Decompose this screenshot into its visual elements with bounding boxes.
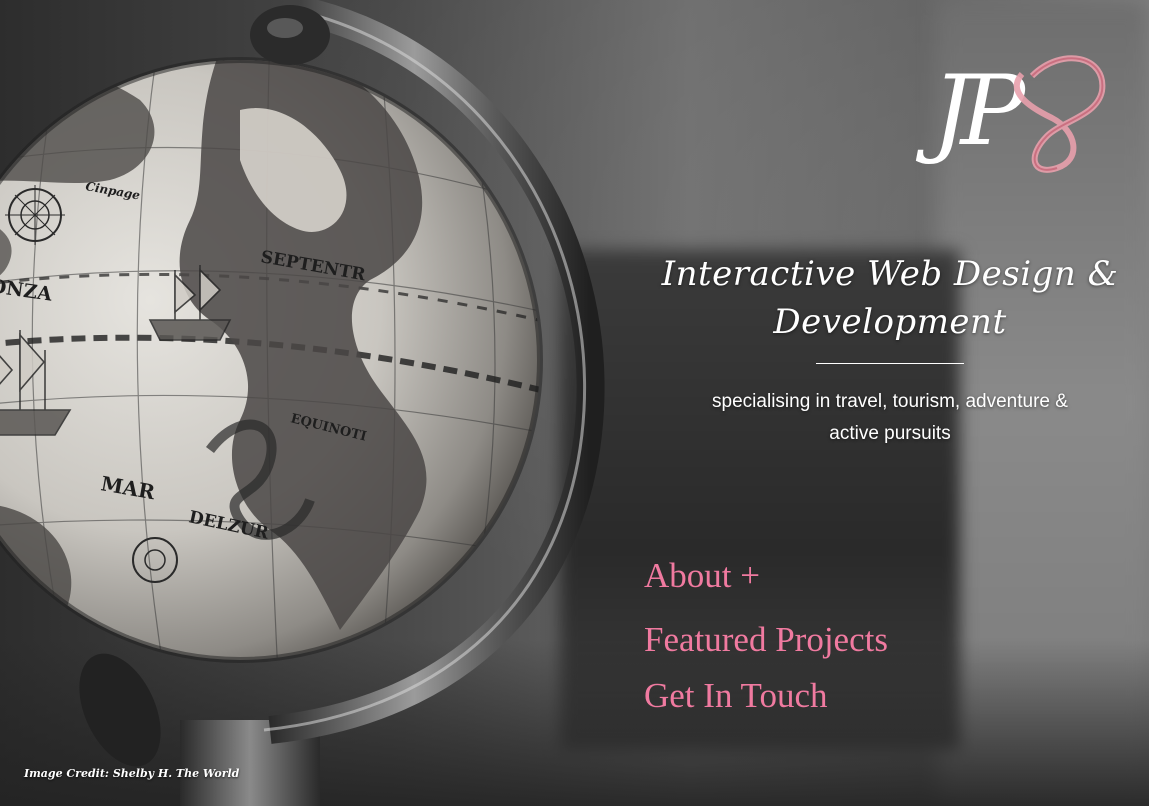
logo: JP (915, 55, 1106, 173)
hero-subtitle-line2: active pursuits (829, 423, 951, 444)
title-divider (816, 363, 964, 364)
hero-subtitle: specialising in travel, tourism, adventu… (660, 386, 1120, 450)
image-credit: Image Credit: Shelby H. The World (24, 767, 240, 780)
nav-link-featured-projects[interactable]: Featured Projects (644, 620, 888, 660)
hero-title-line2: Development (773, 302, 1007, 342)
globe-photo: TONZA MAR DELZUR SEPTENTR EQUINOTI Cinpa… (0, 0, 605, 806)
hero-subtitle-line1: specialising in travel, tourism, adventu… (712, 391, 1068, 412)
nav-link-about[interactable]: About + (644, 556, 760, 596)
logo-letters: JP (915, 55, 1026, 167)
hero-title-line1: Interactive Web Design & (661, 254, 1119, 294)
hero-title: Interactive Web Design & Development (640, 250, 1140, 346)
hero-page: TONZA MAR DELZUR SEPTENTR EQUINOTI Cinpa… (0, 0, 1149, 806)
nav-link-get-in-touch[interactable]: Get In Touch (644, 676, 828, 716)
